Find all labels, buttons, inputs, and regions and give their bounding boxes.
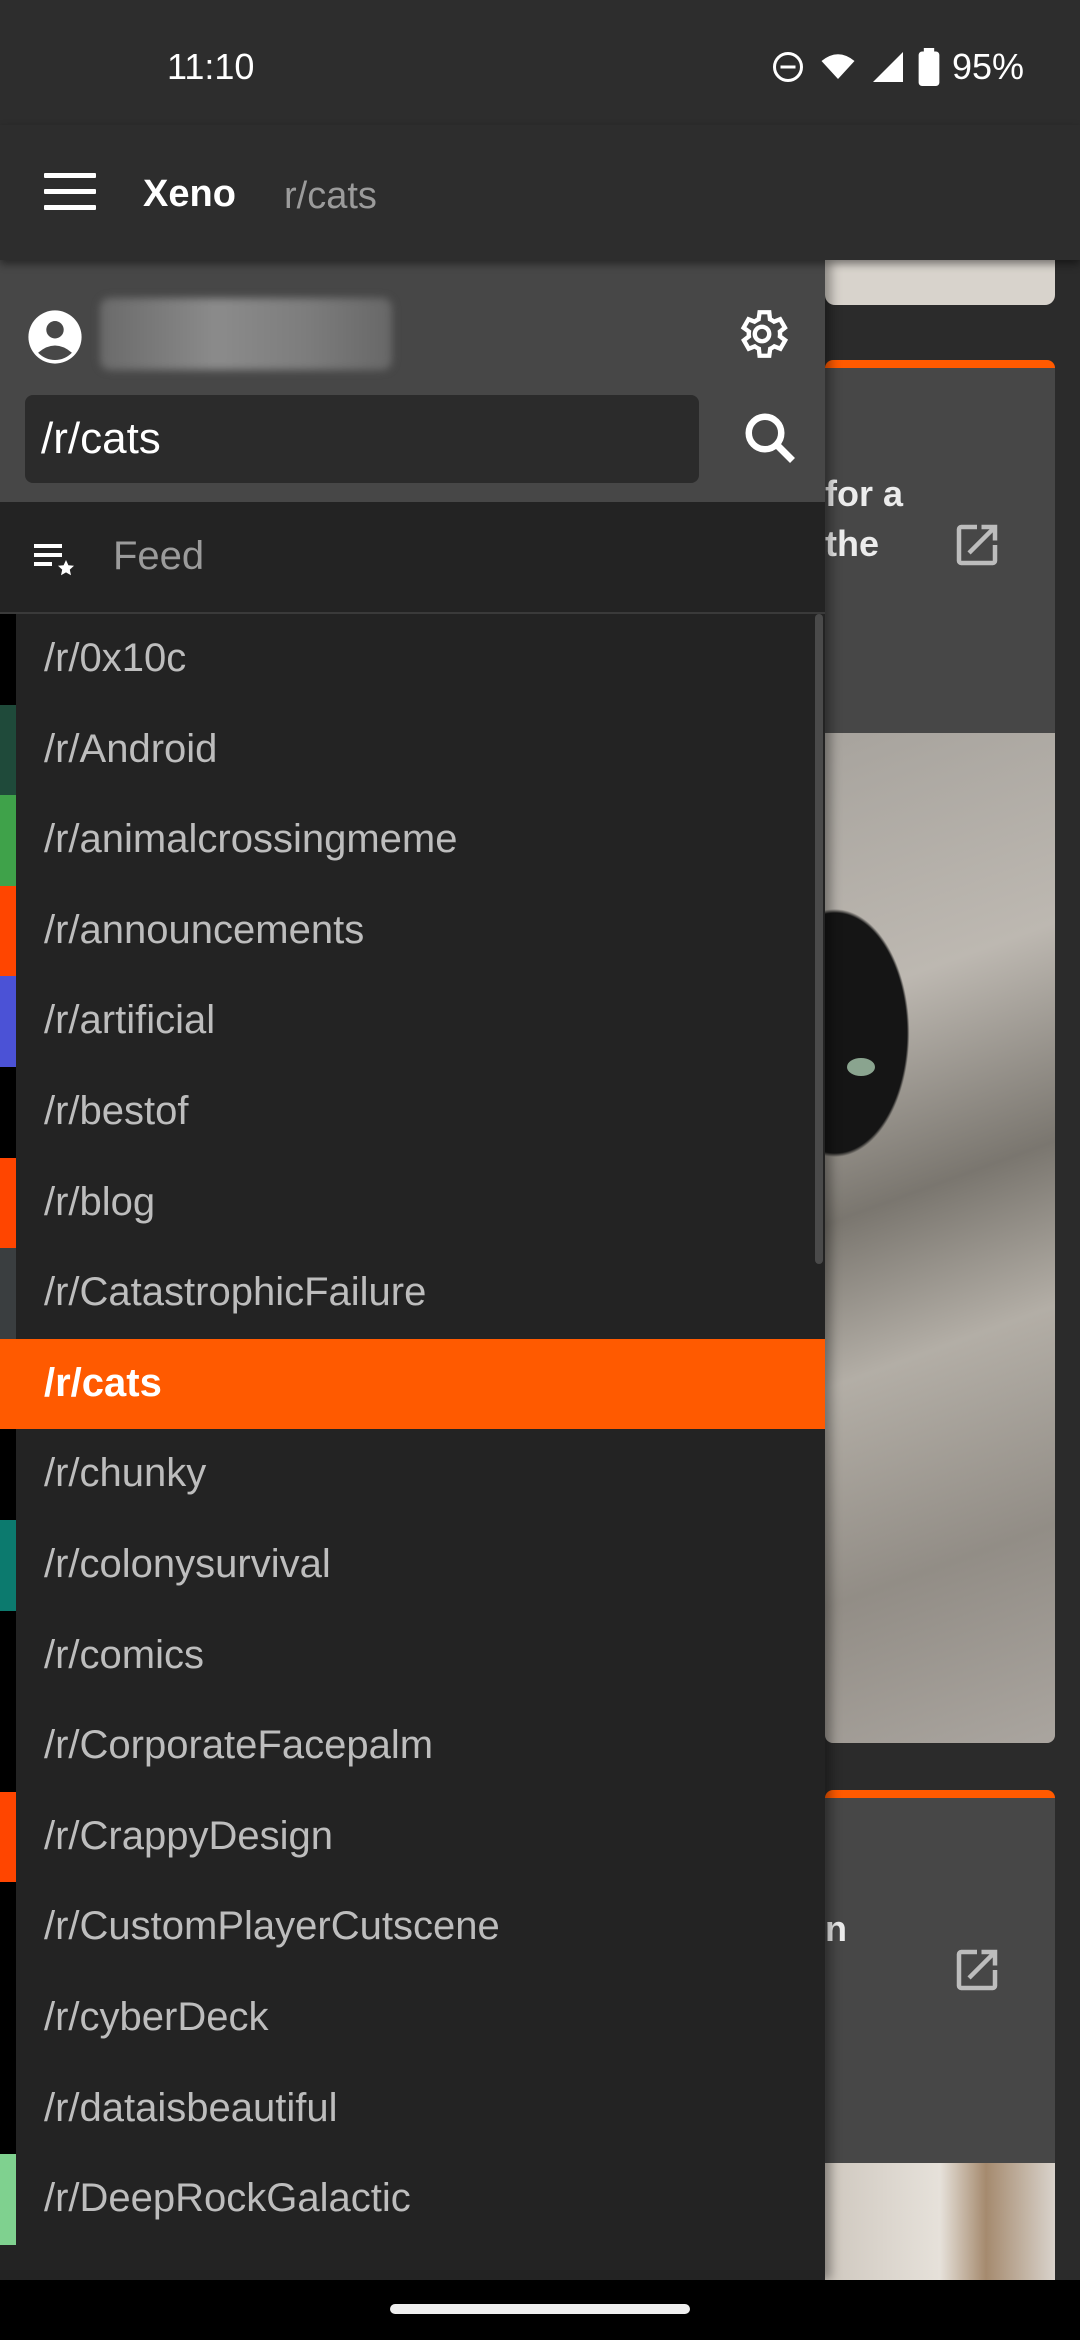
subreddit-color-bar [0,1338,16,1430]
post-card[interactable]: n [825,1790,1055,2288]
subreddit-label: /r/CrappyDesign [44,1813,334,1858]
search-icon[interactable] [740,408,800,468]
open-external-icon[interactable] [950,518,1004,572]
subreddit-color-bar [0,1519,16,1611]
subreddit-label: /r/artificial [44,998,216,1043]
subreddit-label: /r/dataisbeautiful [44,2085,338,2130]
subreddit-label: /r/bestof [44,1088,189,1133]
subreddit-label: /r/CorporateFacepalm [44,1723,434,1768]
navigation-drawer: Feed /r/0x10c /r/Android /r/animalcrossi… [0,260,825,2280]
subreddit-item[interactable]: /r/0x10c [0,614,825,705]
post-title-fragment: n [825,1908,847,1949]
subreddit-item[interactable]: /r/colonysurvival [0,1519,825,1611]
subreddit-color-bar [0,1701,16,1792]
username-blurred[interactable] [100,298,392,370]
subreddit-item[interactable]: /r/DeepRockGalactic [0,2154,825,2245]
battery-percentage: 95% [951,46,1024,87]
do-not-disturb-icon [772,52,803,82]
subreddit-color-bar [0,2063,16,2155]
status-icons: 95% [770,46,1024,88]
cat-eye [847,1058,875,1076]
subreddit-color-bar [0,1429,16,1520]
status-time: 11:10 [167,46,255,87]
subreddit-item[interactable]: /r/blog [0,1157,825,1249]
post-title-fragment: the [825,523,879,564]
status-bar: 11:10 95% [0,0,1080,125]
drawer-header [0,260,825,502]
subreddit-label: /r/chunky [44,1451,207,1496]
drawer-scrollbar[interactable] [815,614,823,1264]
current-subreddit-title: r/cats [284,175,377,217]
feed-label: Feed [113,534,205,578]
post-card[interactable]: for a the [825,360,1055,1743]
post-image-cat[interactable] [825,733,1055,1743]
subreddit-label: /r/Android [44,726,218,771]
subreddit-color-bar [0,1791,16,1883]
hamburger-menu-icon[interactable] [44,173,96,211]
subreddit-item[interactable]: /r/announcements [0,885,825,977]
subreddit-item[interactable]: /r/artificial [0,976,825,1067]
app-title: Xeno [143,173,236,215]
subreddit-color-bar [0,614,16,705]
subreddit-color-bar [0,885,16,977]
subreddit-color-bar [0,2154,16,2245]
cell-signal-icon [872,52,903,82]
subreddit-color-bar [0,1610,16,1702]
home-gesture-handle[interactable] [390,2304,690,2314]
system-navigation-bar [0,2280,1080,2340]
subreddit-item[interactable]: /r/chunky [0,1429,825,1520]
playlist-star-icon [34,544,74,576]
subreddit-color-bar [0,976,16,1067]
subreddit-item[interactable]: /r/CustomPlayerCutscene [0,1882,825,1973]
subreddit-item[interactable]: /r/cyberDeck [0,1972,825,2064]
subreddit-label: /r/blog [44,1179,156,1224]
subreddit-label: /r/colonysurvival [44,1541,331,1586]
subreddit-item-selected[interactable]: /r/cats [0,1338,825,1430]
subreddit-color-bar [0,1882,16,1973]
subreddit-label: /r/announcements [44,907,365,952]
post-image[interactable] [825,2163,1055,2288]
subreddit-color-bar [0,1248,16,1339]
subreddit-item[interactable]: /r/bestof [0,1066,825,1158]
subreddit-item[interactable]: /r/CrappyDesign [0,1791,825,1883]
subreddit-label: /r/CustomPlayerCutscene [44,1904,500,1949]
subreddit-item[interactable]: /r/CorporateFacepalm [0,1701,825,1792]
post-image-partial [825,260,1055,305]
subreddit-label: /r/0x10c [44,636,187,680]
subreddit-color-bar [0,795,16,886]
gear-icon[interactable] [733,305,791,363]
subreddit-color-bar [0,704,16,796]
subreddit-label: /r/CatastrophicFailure [44,1270,427,1315]
subreddit-item[interactable]: /r/animalcrossingmeme [0,795,825,886]
subreddit-color-bar [0,1157,16,1249]
subreddit-label: /r/cyberDeck [44,1994,269,2039]
post-title-fragment: for a [825,473,904,514]
subreddit-list: /r/0x10c /r/Android /r/animalcrossingmem… [0,614,825,2245]
wifi-icon [821,54,855,79]
account-icon[interactable] [26,308,84,366]
subreddit-search-input[interactable] [25,395,699,483]
feed-item[interactable]: Feed [0,502,825,614]
subreddit-item[interactable]: /r/Android [0,704,825,796]
subreddit-label: /r/DeepRockGalactic [44,2176,411,2221]
open-external-icon[interactable] [950,1943,1004,1997]
subreddit-item[interactable]: /r/dataisbeautiful [0,2063,825,2155]
subreddit-label: /r/cats [44,1360,162,1405]
subreddit-label: /r/animalcrossingmeme [44,817,458,862]
battery-icon [918,48,940,86]
subreddit-item[interactable]: /r/CatastrophicFailure [0,1248,825,1339]
subreddit-color-bar [0,1972,16,2064]
subreddit-item[interactable]: /r/comics [0,1610,825,1702]
subreddit-label: /r/comics [44,1632,204,1677]
app-bar: Xeno r/cats [0,125,1080,260]
subreddit-color-bar [0,1066,16,1158]
